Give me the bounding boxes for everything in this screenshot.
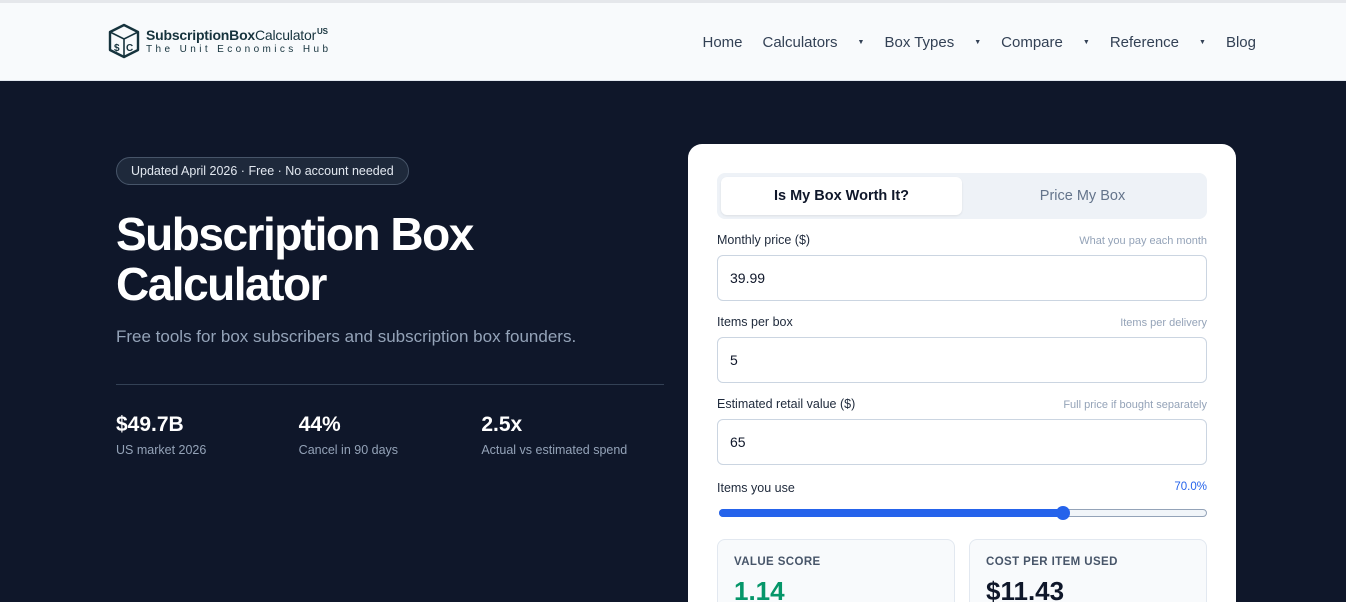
items-used-label: Items you use: [717, 481, 795, 495]
site-header: $ C SubscriptionBoxCalculatorUS The Unit…: [0, 3, 1346, 81]
stat-value: 44%: [298, 413, 341, 436]
items-per-box-input[interactable]: [717, 337, 1207, 383]
nav-home[interactable]: Home: [702, 34, 742, 51]
brand-name: SubscriptionBoxCalculatorUS: [146, 27, 328, 43]
retail-value-input[interactable]: [717, 419, 1207, 465]
results-row: VALUE SCORE 1.14 COST PER ITEM USED $11.…: [717, 539, 1207, 602]
nav-box-types[interactable]: Box Types ▼: [884, 34, 981, 51]
value-score-label: VALUE SCORE: [734, 556, 821, 568]
tab-price-my-box[interactable]: Price My Box: [962, 177, 1203, 215]
calculator-card: Is My Box Worth It? Price My Box Monthly…: [688, 144, 1236, 602]
items-per-box-label: Items per box: [717, 315, 793, 329]
stats-row: $49.7B US market 2026 44% Cancel in 90 d…: [116, 413, 664, 457]
stat-label: Actual vs estimated spend: [481, 443, 628, 457]
field-items-per-box: Items per box Items per delivery: [717, 315, 1207, 383]
calculator-tabs: Is My Box Worth It? Price My Box: [717, 173, 1207, 219]
cost-per-item-box: COST PER ITEM USED $11.43: [969, 539, 1207, 602]
cost-per-item-label: COST PER ITEM USED: [986, 556, 1118, 568]
stat-label: US market 2026: [116, 443, 207, 457]
box-dollar-icon: $ C: [108, 23, 140, 59]
brand-tagline: The Unit Economics Hub: [146, 44, 332, 55]
caret-down-icon: ▼: [974, 39, 982, 46]
slider-fill: [719, 509, 1062, 517]
value-score-value: 1.14: [734, 576, 785, 602]
retail-value-label: Estimated retail value ($): [717, 397, 856, 411]
field-monthly-price: Monthly price ($) What you pay each mont…: [717, 233, 1207, 301]
hero: Updated April 2026 · Free · No account n…: [116, 157, 664, 457]
slider-thumb[interactable]: [1056, 506, 1070, 520]
hero-subtitle: Free tools for box subscribers and subsc…: [116, 327, 577, 346]
stat-cancel: 44% Cancel in 90 days: [299, 413, 482, 457]
stat-market: $49.7B US market 2026: [116, 413, 299, 457]
items-used-header: Items you use 70.0%: [717, 481, 1207, 495]
svg-text:$: $: [114, 43, 120, 54]
svg-text:C: C: [126, 43, 133, 54]
monthly-price-label: Monthly price ($): [717, 233, 811, 247]
nav-compare[interactable]: Compare ▼: [1001, 34, 1090, 51]
nav-blog[interactable]: Blog: [1226, 34, 1256, 51]
items-per-box-hint: Items per delivery: [1120, 317, 1207, 329]
caret-down-icon: ▼: [1199, 39, 1206, 46]
stat-value: $49.7B: [116, 413, 184, 436]
retail-value-hint: Full price if bought separately: [1063, 399, 1207, 411]
stat-spend: 2.5x Actual vs estimated spend: [481, 413, 664, 457]
nav-reference[interactable]: Reference ▼: [1110, 34, 1206, 51]
monthly-price-input[interactable]: [717, 255, 1207, 301]
items-used-value: 70.0%: [1174, 481, 1207, 493]
page-title: Subscription Box Calculator: [116, 208, 474, 310]
hero-divider: [116, 384, 664, 385]
cost-per-item-value: $11.43: [986, 576, 1065, 602]
updated-badge: Updated April 2026 · Free · No account n…: [116, 157, 409, 185]
main-nav: Home Calculators ▼ Box Types ▼ Compare ▼ Re…: [682, 34, 1256, 51]
monthly-price-hint: What you pay each month: [1079, 235, 1207, 247]
nav-calculators[interactable]: Calculators ▼: [763, 34, 865, 51]
items-used-slider[interactable]: [717, 506, 1207, 520]
caret-down-icon: ▼: [857, 39, 865, 46]
stat-value: 2.5x: [481, 413, 523, 436]
tab-worth-it[interactable]: Is My Box Worth It?: [721, 177, 962, 215]
caret-down-icon: ▼: [1082, 39, 1090, 46]
value-score-box: VALUE SCORE 1.14: [717, 539, 955, 602]
stat-label: Cancel in 90 days: [298, 443, 399, 457]
logo[interactable]: $ C SubscriptionBoxCalculatorUS The Unit…: [108, 23, 331, 59]
field-retail-value: Estimated retail value ($) Full price if…: [717, 397, 1207, 465]
